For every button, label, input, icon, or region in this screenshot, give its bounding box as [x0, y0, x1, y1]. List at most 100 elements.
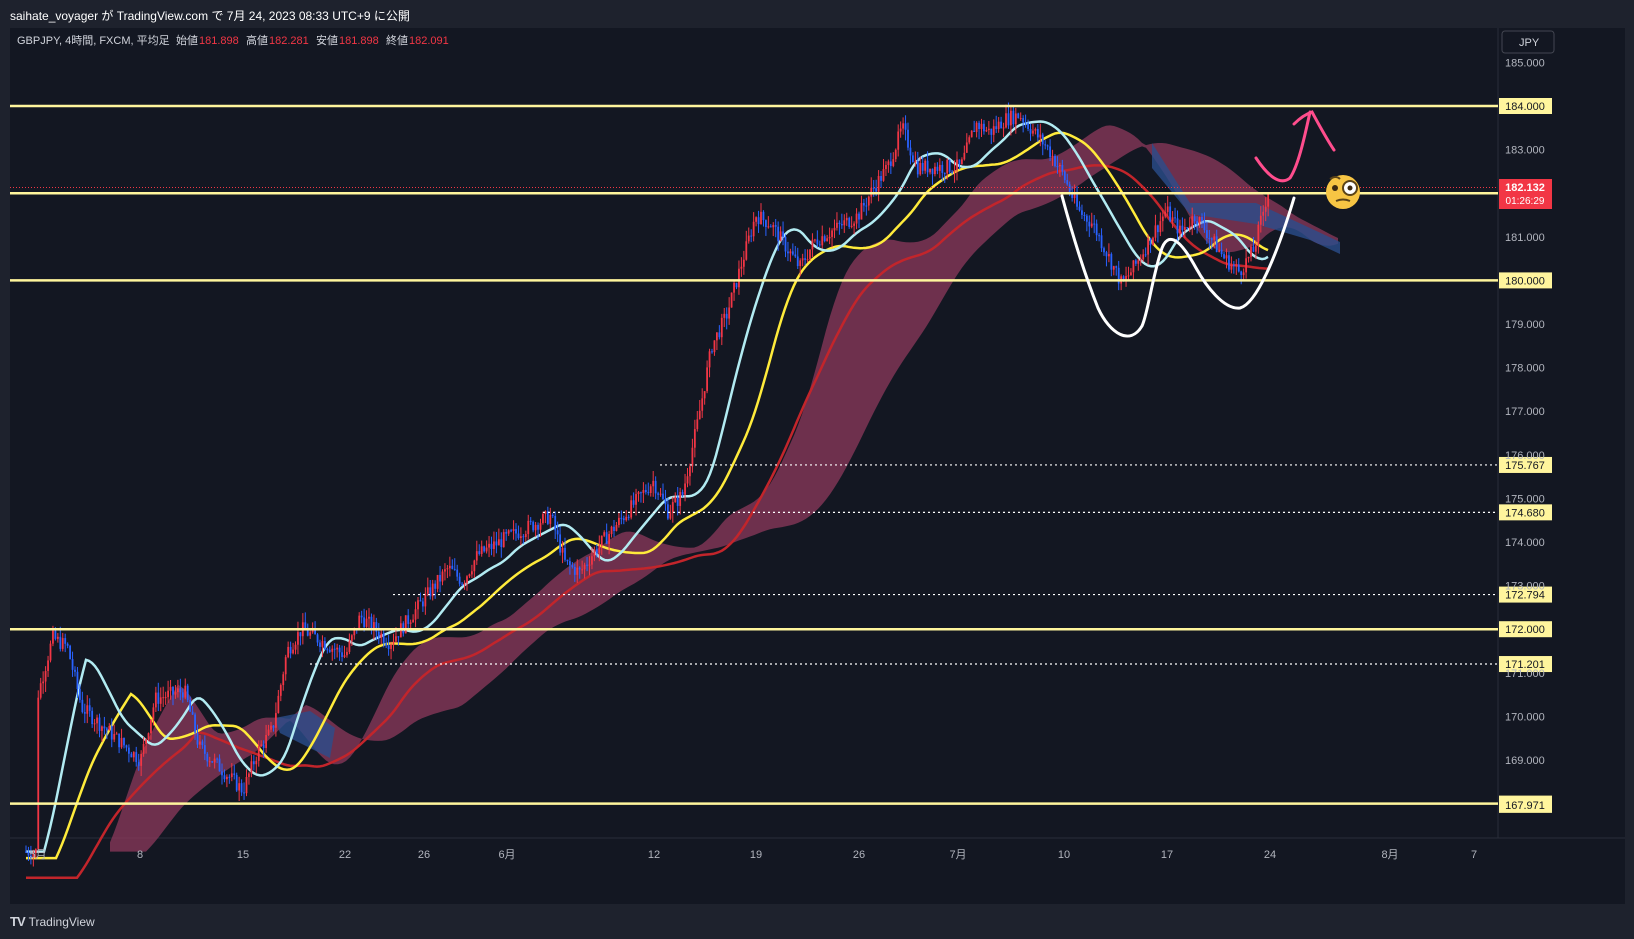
- candle-body: [956, 159, 958, 171]
- candle-body: [698, 410, 701, 420]
- time-tick: 8: [137, 849, 143, 861]
- candle-body: [622, 518, 625, 521]
- candle-body: [74, 669, 76, 672]
- candle-body: [1210, 238, 1213, 240]
- candle-body: [556, 530, 559, 535]
- candle-body: [914, 160, 917, 162]
- candle-body: [297, 632, 299, 645]
- candle-body: [1157, 225, 1159, 233]
- candle-body: [321, 641, 324, 647]
- chart-panel[interactable]: 184.000182.000180.000172.000168.000175.7…: [10, 28, 1625, 904]
- candle-body: [1044, 144, 1047, 146]
- candle-body: [324, 641, 326, 650]
- candle-body: [845, 217, 848, 221]
- candle-body: [1183, 227, 1186, 230]
- candle-body: [346, 651, 348, 656]
- candle-body: [1213, 236, 1216, 240]
- candle-body: [287, 646, 290, 658]
- candle-body: [201, 741, 204, 746]
- candle-body: [887, 161, 890, 166]
- candle-body: [882, 169, 885, 181]
- candle-body: [93, 723, 96, 725]
- candle-body: [620, 517, 623, 519]
- candle-body: [203, 745, 206, 754]
- candle-body: [475, 551, 478, 561]
- candle-body: [537, 524, 539, 530]
- candle-body: [1245, 258, 1247, 273]
- candle-body: [110, 726, 113, 740]
- candle-body: [248, 773, 250, 777]
- thinking-face-icon: [1326, 175, 1360, 209]
- candle-body: [167, 690, 169, 698]
- candle-body: [1090, 223, 1093, 227]
- candle-body: [461, 583, 463, 585]
- candle-body: [1152, 237, 1154, 245]
- candle-body: [931, 168, 934, 175]
- price-chart[interactable]: 184.000182.000180.000172.000168.000175.7…: [10, 28, 1625, 904]
- candle-body: [515, 529, 517, 534]
- candle-body: [238, 783, 241, 791]
- currency-button[interactable]: JPY: [1501, 30, 1555, 54]
- candle-body: [1206, 230, 1208, 238]
- candle-body: [1139, 259, 1142, 261]
- candle-body: [397, 636, 400, 638]
- candle-body: [1188, 226, 1191, 229]
- level-tag-label: 174.680: [1505, 507, 1545, 519]
- candle-body: [128, 747, 130, 754]
- candle-body: [1264, 206, 1267, 212]
- candle-body: [226, 776, 228, 780]
- candle-body: [142, 743, 145, 754]
- candle-body: [177, 688, 179, 693]
- candle-body: [245, 776, 248, 794]
- candle-body: [91, 710, 94, 725]
- candle-body: [86, 705, 89, 714]
- candle-body: [1247, 256, 1250, 259]
- candle-body: [392, 641, 395, 645]
- candle-body: [1063, 171, 1066, 181]
- candle-body: [240, 783, 243, 793]
- candle-body: [132, 752, 135, 758]
- candle-body: [564, 547, 566, 560]
- candle-body: [1115, 266, 1118, 268]
- candle-body: [669, 512, 672, 519]
- candle-body: [794, 254, 797, 257]
- candle-body: [1012, 110, 1015, 125]
- candle-body: [728, 307, 731, 319]
- candle-body: [853, 223, 855, 226]
- candle-body: [598, 545, 601, 554]
- high-label: 高値: [246, 33, 268, 47]
- candle-body: [637, 492, 640, 495]
- candle-body: [667, 504, 669, 519]
- candle-body: [755, 217, 757, 222]
- candle-body: [1232, 264, 1235, 266]
- candle-body: [534, 524, 537, 531]
- candle-body: [951, 171, 953, 173]
- candle-body: [1085, 215, 1088, 222]
- last-price: 182.132: [1505, 182, 1545, 194]
- candle-body: [493, 541, 495, 549]
- candle-body: [140, 753, 143, 766]
- candle-body: [1054, 155, 1056, 167]
- candle-body: [757, 217, 760, 225]
- candle-body: [985, 130, 988, 132]
- candle-body: [414, 609, 417, 620]
- candle-body: [703, 391, 706, 399]
- candle-body: [1022, 118, 1025, 123]
- candle-body: [640, 492, 642, 494]
- tradingview-brand[interactable]: TV TradingView: [10, 914, 95, 929]
- candle-body: [181, 692, 184, 698]
- candle-body: [272, 725, 275, 728]
- candle-body: [123, 737, 125, 746]
- candle-body: [517, 533, 520, 539]
- candle-body: [42, 681, 45, 684]
- candle-body: [1218, 249, 1221, 252]
- last-price-tag: 182.132 01:26:29: [1499, 179, 1552, 209]
- candle-body: [894, 149, 897, 160]
- candle-body: [382, 633, 385, 644]
- candle-body: [899, 128, 902, 132]
- candle-body: [316, 634, 319, 643]
- candle-body: [789, 251, 792, 254]
- candle-body: [395, 636, 397, 642]
- candle-body: [233, 773, 236, 775]
- candle-body: [642, 490, 645, 494]
